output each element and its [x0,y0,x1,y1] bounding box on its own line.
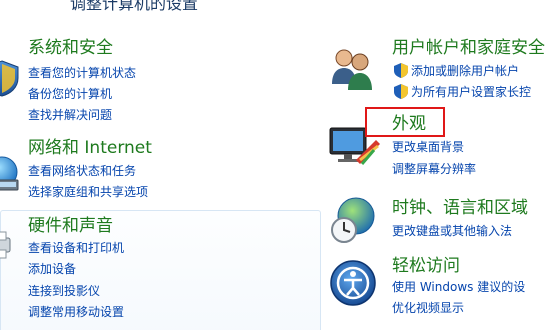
uac-shield-icon [394,63,408,78]
link-optimize-display[interactable]: 优化视频显示 [392,300,464,316]
category-network-internet[interactable]: 网络和 Internet 查看网络状态和任务 选择家庭组和共享选项 [0,138,320,203]
control-panel-page: 调整计算机的设置 系统和安全 查看您的计算机状态 备份您的计算机 查找并解决问题 [0,0,550,330]
link-devices-printers[interactable]: 查看设备和打印机 [28,240,124,256]
printer-speaker-icon [0,231,11,259]
link-mobility-settings[interactable]: 调整常用移动设置 [28,304,124,320]
category-hardware-sound[interactable]: 硬件和声音 查看设备和打印机 添加设备 连接到投影仪 调整常用移动设置 [0,216,320,326]
category-title[interactable]: 网络和 Internet [28,138,152,158]
users-icon [332,49,372,90]
link-desktop-background[interactable]: 更改桌面背景 [392,139,464,155]
link-windows-suggest[interactable]: 使用 Windows 建议的设 [392,279,525,295]
page-title: 调整计算机的设置 [70,0,199,13]
link-label[interactable]: 添加或删除用户帐户 [411,64,519,78]
link-homegroup[interactable]: 选择家庭组和共享选项 [28,184,148,200]
link-keyboard-input[interactable]: 更改键盘或其他输入法 [392,223,512,239]
shield-system-icon [0,60,19,97]
link-view-status[interactable]: 查看您的计算机状态 [28,65,136,81]
link-label[interactable]: 为所有用户设置家长控 [411,85,531,99]
network-globe-icon [0,156,19,191]
uac-shield-icon [394,84,408,99]
link-screen-resolution[interactable]: 调整屏幕分辨率 [392,161,476,177]
category-title[interactable]: 轻松访问 [392,256,460,276]
category-title[interactable]: 硬件和声音 [28,216,113,236]
link-parental-controls[interactable]: 为所有用户设置家长控 [394,84,531,100]
category-system-security[interactable]: 系统和安全 查看您的计算机状态 备份您的计算机 查找并解决问题 [0,38,320,128]
link-projector[interactable]: 连接到投影仪 [28,283,100,299]
link-network-status[interactable]: 查看网络状态和任务 [28,163,136,179]
category-user-accounts[interactable]: 用户帐户和家庭安全 添加或删除用户帐户 为所有用户设置家长控 [322,38,550,108]
ease-of-access-icon [330,260,376,306]
link-add-remove-users[interactable]: 添加或删除用户帐户 [394,63,519,79]
category-title[interactable]: 时钟、语言和区域 [392,198,528,218]
globe-clock-icon [331,197,375,243]
category-title[interactable]: 用户帐户和家庭安全 [392,38,545,58]
category-ease-of-access[interactable]: 轻松访问 使用 Windows 建议的设 优化视频显示 [322,256,550,326]
category-title[interactable]: 系统和安全 [28,38,113,58]
link-troubleshoot[interactable]: 查找并解决问题 [28,107,112,123]
appearance-highlight-box [365,107,445,137]
category-clock-language[interactable]: 时钟、语言和区域 更改键盘或其他输入法 [322,197,550,248]
link-backup[interactable]: 备份您的计算机 [28,86,112,102]
link-add-device[interactable]: 添加设备 [28,261,76,277]
